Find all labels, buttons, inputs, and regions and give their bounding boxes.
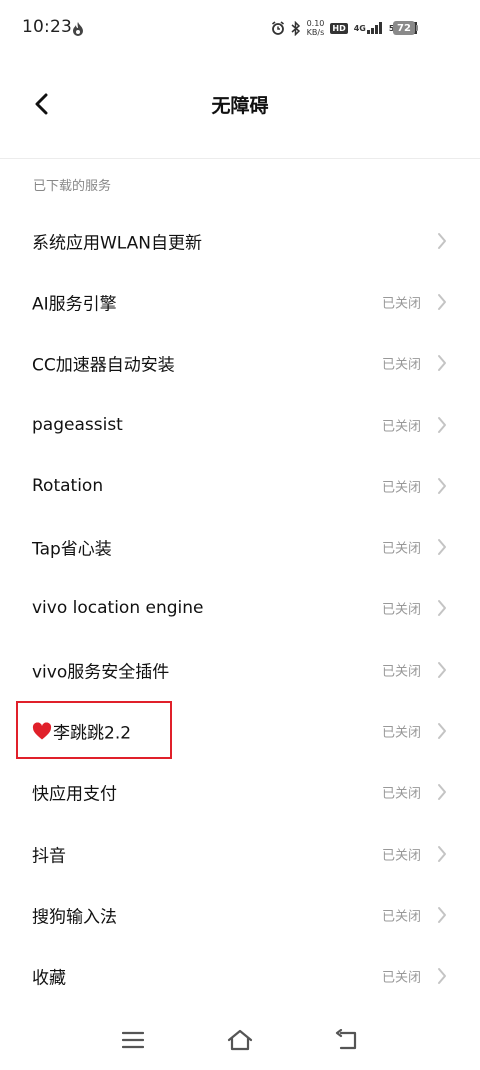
service-label: 李跳跳2.2	[32, 719, 131, 744]
sim1-signal: 4G	[354, 22, 383, 34]
heart-icon	[32, 722, 52, 740]
chevron-right-icon	[437, 599, 447, 617]
service-label-text: 快应用支付	[32, 784, 117, 805]
status-text: 已关闭	[381, 725, 421, 741]
section-title: 已下载的服务	[33, 179, 112, 194]
bluetooth-icon	[291, 20, 301, 36]
signal-icon	[366, 22, 382, 34]
service-label-text: 抖音	[32, 846, 66, 867]
service-label-text: 李跳跳2.2	[53, 723, 132, 744]
service-label: Tap省心装	[32, 535, 112, 560]
network-speed: 0.10 KB/s	[307, 19, 325, 37]
service-label: pageassist	[32, 415, 123, 435]
network-speed-unit: KB/s	[306, 28, 325, 37]
service-label-text: vivo服务安全插件	[32, 662, 170, 683]
service-label: 收藏	[32, 964, 66, 989]
service-label: AI服务引擎	[32, 289, 117, 314]
list-item[interactable]: 系统应用WLAN自更新	[0, 210, 480, 271]
service-label-text: vivo location engine	[32, 598, 204, 619]
list-item[interactable]: vivo location engine 已关闭	[0, 578, 480, 639]
list-item[interactable]: Tap省心装 已关闭	[0, 516, 480, 577]
service-label-text: 搜狗输入法	[32, 907, 117, 928]
list-item[interactable]: 搜狗输入法 已关闭	[0, 884, 480, 945]
status-text: 已关闭	[381, 480, 421, 496]
service-label: Rotation	[32, 476, 103, 496]
chevron-right-icon	[437, 906, 447, 924]
service-label-text: CC加速器自动安装	[32, 355, 175, 376]
list-item[interactable]: vivo服务安全插件 已关闭	[0, 639, 480, 700]
status-text: 已关闭	[381, 602, 421, 618]
chevron-right-icon	[437, 354, 447, 372]
sim1-network-label: 4G	[353, 23, 366, 33]
list-item[interactable]: Rotation 已关闭	[0, 455, 480, 516]
list-item[interactable]: pageassist 已关闭	[0, 394, 480, 455]
list-item[interactable]: 收藏 已关闭	[0, 946, 480, 1007]
status-text: 已关闭	[381, 786, 421, 802]
chevron-right-icon	[437, 538, 447, 556]
header: 无障碍	[0, 58, 480, 158]
status-text: 已关闭	[381, 909, 421, 925]
status-text: 已关闭	[381, 970, 421, 986]
home-icon	[227, 1029, 253, 1051]
status-text: 已关闭	[381, 664, 421, 680]
list-item[interactable]: CC加速器自动安装 已关闭	[0, 333, 480, 394]
service-label-text: AI服务引擎	[32, 294, 117, 315]
list-item[interactable]: 抖音 已关闭	[0, 823, 480, 884]
list-item[interactable]: 快应用支付 已关闭	[0, 762, 480, 823]
status-text: 已关闭	[381, 419, 421, 435]
status-text: 已关闭	[381, 357, 421, 373]
service-label-text: Rotation	[32, 475, 104, 496]
alarm-icon	[271, 21, 285, 35]
chevron-right-icon	[437, 783, 447, 801]
status-text: 已关闭	[381, 848, 421, 864]
status-text: 已关闭	[381, 296, 421, 312]
chevron-right-icon	[437, 722, 447, 740]
service-label: vivo location engine	[32, 598, 204, 618]
service-label-text: 收藏	[32, 968, 66, 989]
header-divider	[0, 158, 480, 159]
page-title: 无障碍	[211, 95, 269, 117]
service-label: CC加速器自动安装	[32, 351, 175, 376]
home-button[interactable]	[226, 1026, 254, 1054]
menu-button[interactable]	[119, 1026, 147, 1054]
hd-badge: HD	[330, 22, 348, 34]
menu-icon	[122, 1031, 144, 1049]
battery-icon: 72	[393, 21, 418, 35]
chevron-right-icon	[437, 661, 447, 679]
list-item[interactable]: AI服务引擎 已关闭	[0, 271, 480, 332]
status-text: 已关闭	[381, 541, 421, 557]
services-list: 系统应用WLAN自更新 AI服务引擎 已关闭 CC加速器自动安装 已关闭 pageassi…	[0, 210, 480, 1007]
chevron-right-icon	[437, 477, 447, 495]
service-label: vivo服务安全插件	[32, 657, 169, 682]
chevron-right-icon	[437, 416, 447, 434]
chevron-right-icon	[437, 293, 447, 311]
back-nav-icon	[335, 1029, 357, 1050]
service-label-text: Tap省心装	[32, 539, 112, 560]
chevron-right-icon	[437, 967, 447, 985]
status-time: 10:23	[22, 17, 72, 37]
navigation-bar	[0, 1008, 480, 1070]
service-label-text: 系统应用WLAN自更新	[32, 233, 203, 254]
service-label: 搜狗输入法	[32, 902, 117, 927]
status-bar: 10:23 0.10 KB/s HD 4G 5G 72	[0, 0, 480, 58]
list-item[interactable]: 李跳跳2.2 已关闭	[0, 700, 480, 761]
service-label-text: pageassist	[32, 414, 123, 435]
service-label: 快应用支付	[32, 780, 117, 805]
service-label: 系统应用WLAN自更新	[32, 228, 202, 253]
network-speed-value: 0.10	[306, 19, 325, 28]
chevron-right-icon	[437, 232, 447, 250]
flame-icon	[72, 21, 84, 36]
chevron-right-icon	[437, 845, 447, 863]
service-label: 抖音	[32, 841, 66, 866]
back-nav-button[interactable]	[333, 1026, 361, 1054]
